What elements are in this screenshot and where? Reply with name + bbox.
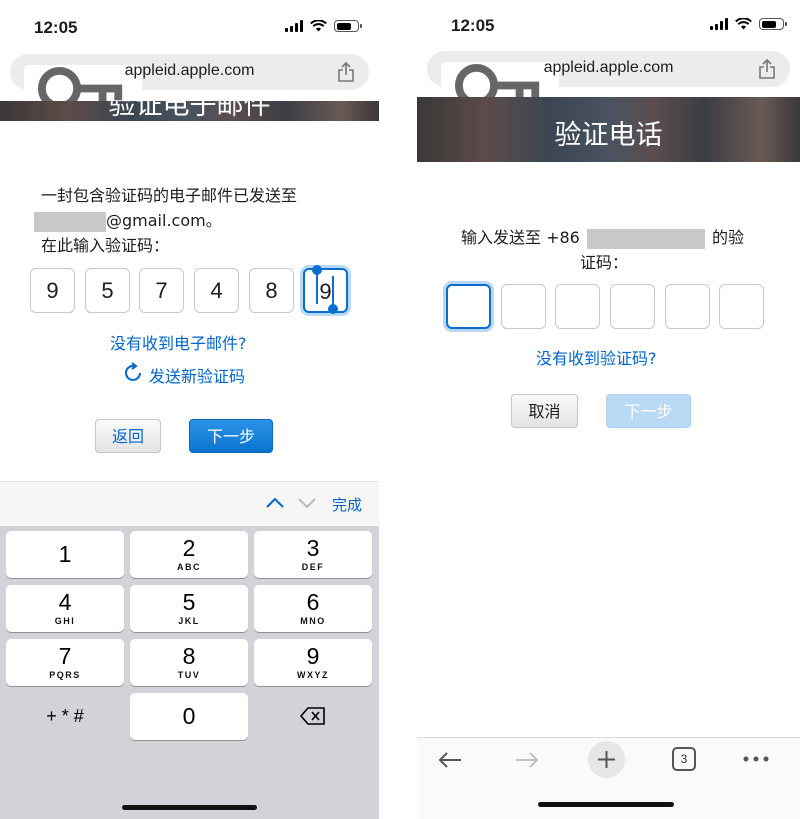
status-icons <box>710 18 787 30</box>
code-digit-2[interactable]: 5 <box>85 268 130 313</box>
chevron-up-icon[interactable] <box>265 497 285 509</box>
code-digit-2[interactable] <box>501 284 546 329</box>
divider-gap <box>379 0 417 819</box>
address-bar[interactable]: appleid.apple.com <box>427 51 790 109</box>
keyboard-toolbar: 完成 <box>0 481 379 526</box>
right-phone-screen: 12:05 appleid.apple.com 验证电话 输入发送至 +86 的… <box>417 0 800 819</box>
refresh-icon[interactable] <box>123 362 145 384</box>
key-5[interactable]: 5 JKL <box>130 585 248 632</box>
email-suffix: @gmail.com。 <box>106 211 222 230</box>
url-text: appleid.apple.com <box>124 62 255 79</box>
url-text: appleid.apple.com <box>543 59 674 76</box>
status-bar: 12:05 <box>0 0 379 52</box>
status-bar: 12:05 <box>417 0 800 52</box>
verification-message: 一封包含验证码的电子邮件已发送至 @gmail.com。 在此输入验证码： <box>34 183 298 258</box>
message-line-1: 一封包含验证码的电子邮件已发送至 <box>41 186 298 205</box>
code-digit-1[interactable] <box>446 284 491 329</box>
hero-banner: 验证电话 <box>417 97 800 162</box>
hero-banner: 验证电子邮件 <box>0 101 379 121</box>
hero-title: 验证电话 <box>554 120 663 151</box>
home-indicator <box>122 805 257 810</box>
code-digit-5[interactable]: 8 <box>249 268 294 313</box>
address-bar[interactable]: appleid.apple.com <box>10 54 369 112</box>
cancel-button[interactable]: 取消 <box>511 394 578 428</box>
wifi-icon <box>310 20 327 32</box>
more-icon[interactable] <box>743 756 769 762</box>
code-digit-1[interactable]: 9 <box>30 268 75 313</box>
key-1[interactable]: 1 <box>6 531 124 578</box>
cellular-signal-icon <box>285 20 303 32</box>
text-selection-handles[interactable] <box>310 264 340 316</box>
symbols-key[interactable]: + * # <box>6 693 124 740</box>
numeric-keypad: 1 2 ABC 3 DEF 4 GHI 5 JKL 6 MNO 7 PQRS 8 TUV 9W… <box>0 526 379 819</box>
key-6[interactable]: 6 MNO <box>254 585 372 632</box>
delete-icon <box>300 707 325 725</box>
code-digit-3[interactable]: 7 <box>139 268 184 313</box>
browser-bottom-toolbar: 3 <box>417 737 800 819</box>
status-icons <box>285 20 362 32</box>
key-0[interactable]: 0 <box>130 693 248 740</box>
key-9[interactable]: 9 WXYZ <box>254 639 372 686</box>
next-button-disabled[interactable]: 下一步 <box>606 394 691 428</box>
key-8[interactable]: 8 TUV <box>130 639 248 686</box>
code-digit-3[interactable] <box>555 284 600 329</box>
wifi-icon <box>735 18 752 30</box>
battery-icon <box>334 20 362 32</box>
plus-icon <box>598 751 615 768</box>
key-2[interactable]: 2 ABC <box>130 531 248 578</box>
key-7[interactable]: 7 PQRS <box>6 639 124 686</box>
message-line-3: 在此输入验证码： <box>41 236 170 255</box>
code-digit-4[interactable]: 4 <box>194 268 239 313</box>
share-icon[interactable] <box>758 58 776 80</box>
done-button[interactable]: 完成 <box>332 494 362 515</box>
cellular-signal-icon <box>710 18 728 30</box>
code-digit-5[interactable] <box>665 284 710 329</box>
no-code-link[interactable]: 没有收到验证码? <box>536 345 657 369</box>
home-indicator <box>538 802 674 807</box>
code-digit-6[interactable] <box>719 284 764 329</box>
verification-prompt: 输入发送至 +86 的验 <box>461 225 744 250</box>
prompt-prefix: 输入发送至 +86 <box>461 228 580 247</box>
back-arrow-icon[interactable] <box>437 750 463 770</box>
status-time: 12:05 <box>34 18 78 37</box>
message-line-2: @gmail.com。 <box>34 208 297 233</box>
tabs-icon[interactable]: 3 <box>672 747 696 771</box>
hero-title: 验证电子邮件 <box>108 101 271 121</box>
code-digit-4[interactable] <box>610 284 655 329</box>
battery-icon <box>759 18 787 30</box>
redacted-phone-number <box>586 228 705 249</box>
delete-key[interactable] <box>254 693 372 740</box>
status-time: 12:05 <box>451 16 495 35</box>
left-phone-screen: 12:05 appleid.apple.com 验证电子邮件 一封包含验证码的电… <box>0 0 379 819</box>
key-4[interactable]: 4 GHI <box>6 585 124 632</box>
no-email-link[interactable]: 没有收到电子邮件? <box>110 330 247 354</box>
redacted-email-user <box>34 211 106 232</box>
prompt-line-2: 证码： <box>580 253 629 272</box>
back-button[interactable]: 返回 <box>95 419 161 453</box>
key-3[interactable]: 3 DEF <box>254 531 372 578</box>
share-icon[interactable] <box>337 61 355 83</box>
prompt-suffix: 的验 <box>712 228 745 247</box>
forward-arrow-icon <box>516 752 539 768</box>
resend-code-link[interactable]: 发送新验证码 <box>149 363 245 387</box>
new-tab-button[interactable] <box>588 741 625 778</box>
chevron-down-icon <box>298 498 316 509</box>
next-button[interactable]: 下一步 <box>189 419 273 453</box>
